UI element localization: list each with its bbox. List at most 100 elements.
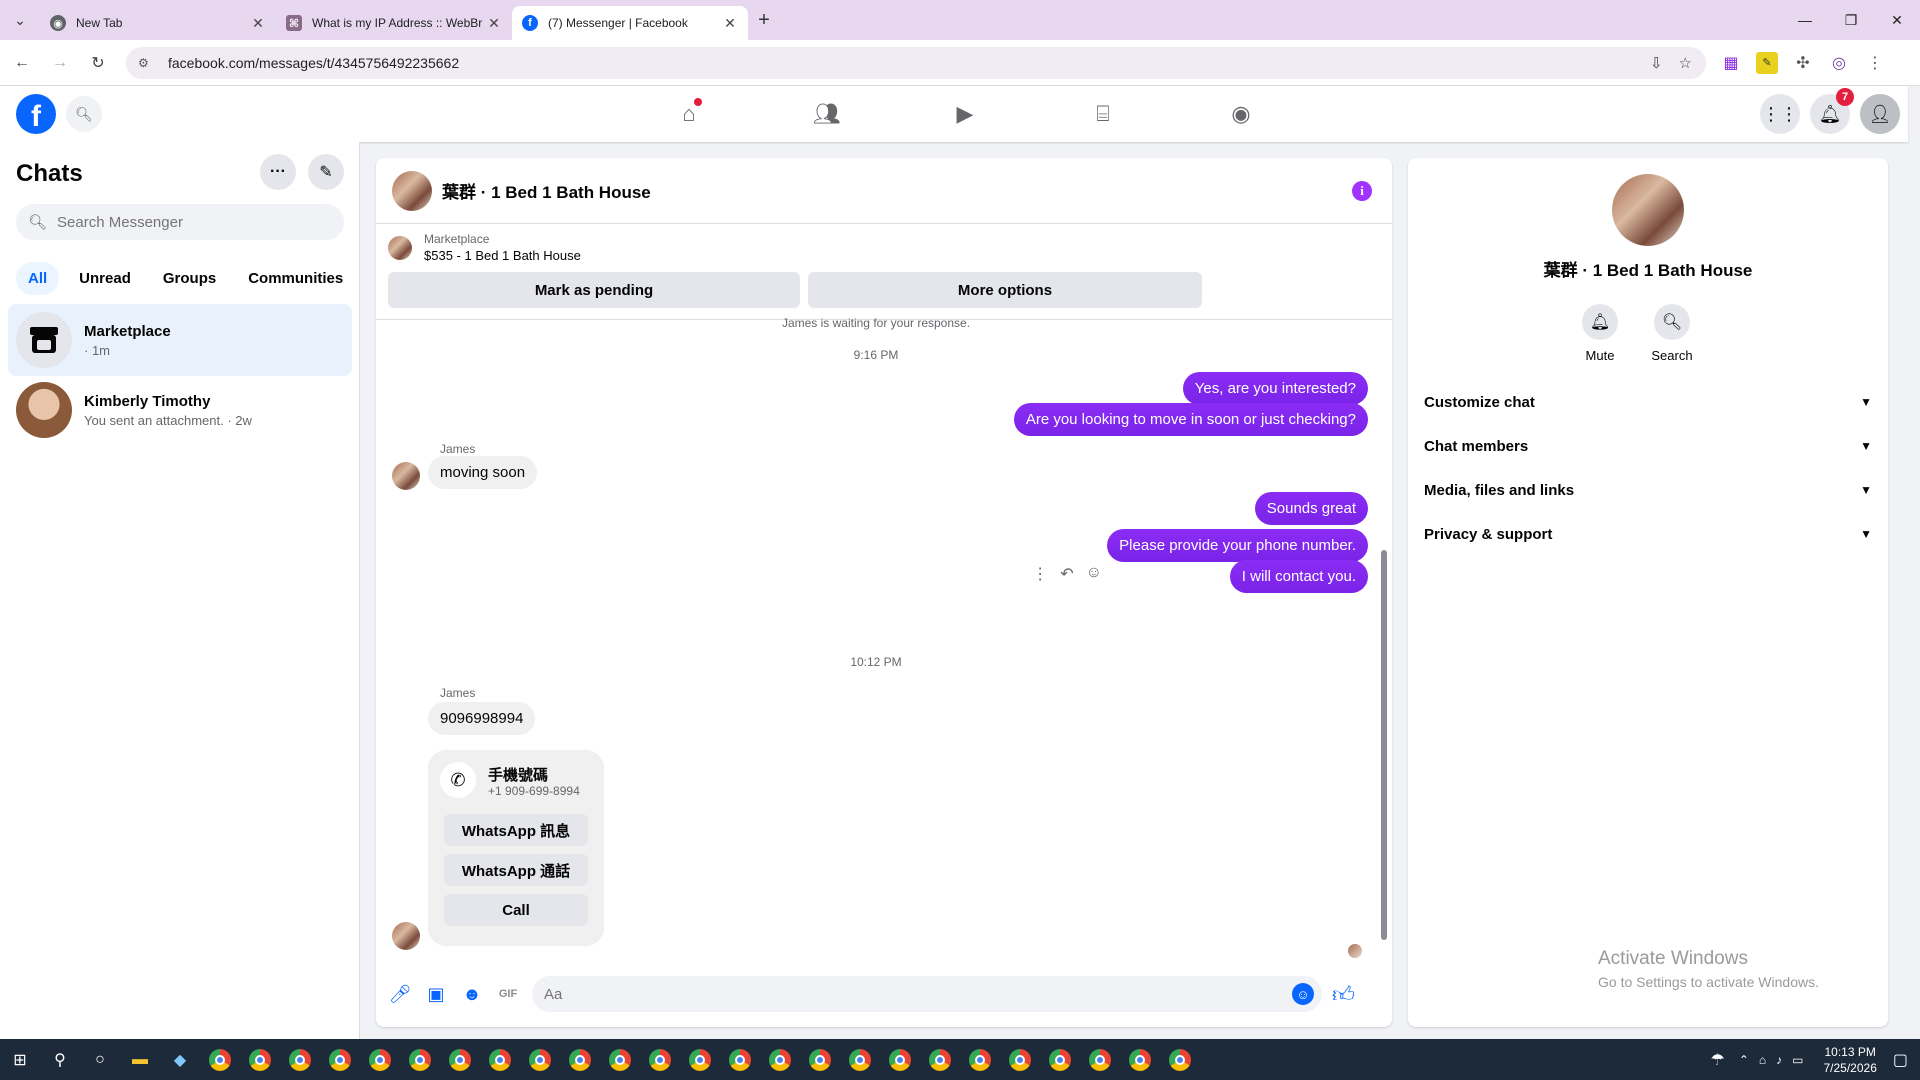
more-options-icon[interactable]: ···	[260, 154, 296, 190]
extension-icon[interactable]: ✎	[1756, 51, 1778, 74]
more-icon[interactable]: ⋮	[1032, 564, 1048, 584]
nav-marketplace[interactable]: ⌸	[1034, 86, 1172, 142]
filter-all[interactable]: All	[16, 262, 60, 295]
facebook-logo-icon[interactable]: f	[16, 94, 56, 134]
chrome-taskbar-icon[interactable]	[840, 1039, 880, 1080]
search-button[interactable]: 🔍︎ Search	[1642, 304, 1702, 363]
scrollbar[interactable]	[1381, 550, 1387, 940]
chrome-taskbar-icon[interactable]	[1160, 1039, 1200, 1080]
forward-icon[interactable]: →	[44, 47, 76, 79]
chat-item-kimberly[interactable]: Kimberly Timothy You sent an attachment.…	[8, 374, 352, 446]
message-bubble-in[interactable]: moving soon	[428, 456, 538, 489]
listing-info[interactable]: Marketplace $535 - 1 Bed 1 Bath House	[388, 232, 581, 263]
like-thumbs-up-icon[interactable]: 👍︎	[1332, 981, 1355, 1008]
windows-start-icon[interactable]: ⊞	[0, 1039, 40, 1080]
reload-icon[interactable]: ↻	[82, 47, 114, 79]
photo-icon[interactable]: ▣	[418, 976, 454, 1012]
url-field[interactable]: ⚙ facebook.com/messages/t/43457564922356…	[126, 46, 1706, 79]
menu-grid-icon[interactable]: ⋮⋮	[1760, 94, 1800, 134]
avatar[interactable]	[392, 462, 420, 490]
section-chat-members[interactable]: Chat members ▼	[1424, 424, 1872, 468]
chrome-taskbar-icon[interactable]	[360, 1039, 400, 1080]
chat-item-marketplace[interactable]: Marketplace · 1m	[8, 304, 352, 376]
gif-icon[interactable]: GIF	[490, 976, 526, 1012]
chrome-taskbar-icon[interactable]	[200, 1039, 240, 1080]
close-tab-icon[interactable]: ✕	[722, 15, 738, 32]
close-tab-icon[interactable]: ✕	[250, 15, 266, 32]
call-button[interactable]: Call	[444, 894, 588, 926]
install-app-icon[interactable]: ⇩	[1650, 54, 1663, 72]
notifications-bell-icon[interactable]: 🔔︎ 7	[1810, 88, 1854, 134]
sticker-icon[interactable]: ☻	[454, 976, 490, 1012]
message-input[interactable]	[544, 985, 1244, 1003]
chrome-taskbar-icon[interactable]	[960, 1039, 1000, 1080]
conversation-title[interactable]: 葉群 · 1 Bed 1 Bath House	[442, 178, 651, 203]
message-input-wrap[interactable]: ☺	[532, 976, 1322, 1012]
chrome-taskbar-icon[interactable]	[320, 1039, 360, 1080]
whatsapp-call-button[interactable]: WhatsApp 通話	[444, 854, 588, 886]
search-icon[interactable]: ⚲	[40, 1039, 80, 1080]
chrome-taskbar-icon[interactable]	[640, 1039, 680, 1080]
chrome-taskbar-icon[interactable]	[400, 1039, 440, 1080]
file-explorer-icon[interactable]: ▬	[120, 1039, 160, 1080]
nav-friends[interactable]: 👥︎	[758, 86, 896, 142]
section-media-files[interactable]: Media, files and links ▼	[1424, 468, 1872, 512]
nav-video[interactable]: ▶	[896, 86, 1034, 142]
filter-groups[interactable]: Groups	[151, 262, 228, 295]
listing-thumbnail[interactable]	[392, 170, 432, 211]
info-icon[interactable]: i	[1352, 181, 1372, 201]
filter-communities[interactable]: Communities	[236, 262, 355, 295]
site-info-icon[interactable]: ⚙	[138, 56, 158, 70]
browser-menu-icon[interactable]: ⋮	[1864, 52, 1886, 74]
emoji-icon[interactable]: ☺	[1292, 983, 1314, 1005]
chrome-taskbar-icon[interactable]	[1080, 1039, 1120, 1080]
reply-icon[interactable]: ↶	[1060, 564, 1073, 584]
chrome-taskbar-icon[interactable]	[880, 1039, 920, 1080]
notifications-icon[interactable]: ▢	[1893, 1050, 1908, 1070]
chrome-taskbar-icon[interactable]	[1120, 1039, 1160, 1080]
tab-ip-address[interactable]: ⌘ What is my IP Address :: WebBr ✕	[276, 6, 512, 40]
message-bubble-out[interactable]: Are you looking to move in soon or just …	[1013, 403, 1368, 436]
section-privacy-support[interactable]: Privacy & support ▼	[1424, 512, 1872, 556]
microphone-icon[interactable]: 🎤︎	[382, 976, 418, 1012]
chrome-taskbar-icon[interactable]	[680, 1039, 720, 1080]
app-icon[interactable]: ◆	[160, 1039, 200, 1080]
tray-chevron-icon[interactable]: ⌃	[1739, 1053, 1749, 1067]
message-bubble-out[interactable]: Please provide your phone number.	[1107, 529, 1368, 562]
task-view-icon[interactable]: ○	[80, 1039, 120, 1080]
tab-messenger[interactable]: f (7) Messenger | Facebook ✕	[512, 6, 748, 40]
message-bubble-out[interactable]: I will contact you.	[1229, 560, 1368, 593]
network-icon[interactable]: ⌂	[1759, 1053, 1766, 1067]
listing-avatar[interactable]	[1612, 174, 1684, 246]
account-avatar[interactable]: 👤︎	[1860, 94, 1900, 134]
chrome-taskbar-icon[interactable]	[440, 1039, 480, 1080]
close-window-icon[interactable]: ✕	[1874, 0, 1920, 40]
new-message-icon[interactable]: ✎	[308, 154, 344, 190]
chrome-taskbar-icon[interactable]	[920, 1039, 960, 1080]
bookmark-star-icon[interactable]: ☆	[1679, 54, 1692, 72]
search-input[interactable]	[57, 213, 328, 231]
whatsapp-message-button[interactable]: WhatsApp 訊息	[444, 814, 588, 846]
filter-unread[interactable]: Unread	[67, 262, 143, 295]
more-options-button[interactable]: More options	[808, 272, 1202, 308]
minimize-icon[interactable]: —	[1782, 0, 1828, 40]
chrome-taskbar-icon[interactable]	[560, 1039, 600, 1080]
extensions-puzzle-icon[interactable]: ✣	[1792, 52, 1814, 74]
react-emoji-icon[interactable]: ☺	[1086, 564, 1102, 584]
volume-icon[interactable]: ♪	[1776, 1053, 1782, 1067]
display-icon[interactable]: ▭	[1792, 1053, 1803, 1067]
search-icon[interactable]: 🔍︎	[66, 96, 102, 132]
message-bubble-in[interactable]: 9096998994	[428, 702, 536, 735]
extension-icon[interactable]: ▦	[1720, 52, 1742, 74]
tab-new-tab[interactable]: ◉ New Tab ✕	[40, 6, 276, 40]
message-bubble-out[interactable]: Yes, are you interested?	[1182, 372, 1368, 405]
mute-button[interactable]: 🔔︎ Mute	[1570, 304, 1630, 363]
chrome-taskbar-icon[interactable]	[800, 1039, 840, 1080]
nav-home[interactable]: ⌂	[620, 86, 758, 142]
messenger-search[interactable]: 🔍︎	[16, 204, 344, 240]
chrome-taskbar-icon[interactable]	[480, 1039, 520, 1080]
chrome-taskbar-icon[interactable]	[280, 1039, 320, 1080]
chrome-taskbar-icon[interactable]	[1040, 1039, 1080, 1080]
chrome-taskbar-icon[interactable]	[760, 1039, 800, 1080]
avatar[interactable]	[392, 922, 420, 950]
